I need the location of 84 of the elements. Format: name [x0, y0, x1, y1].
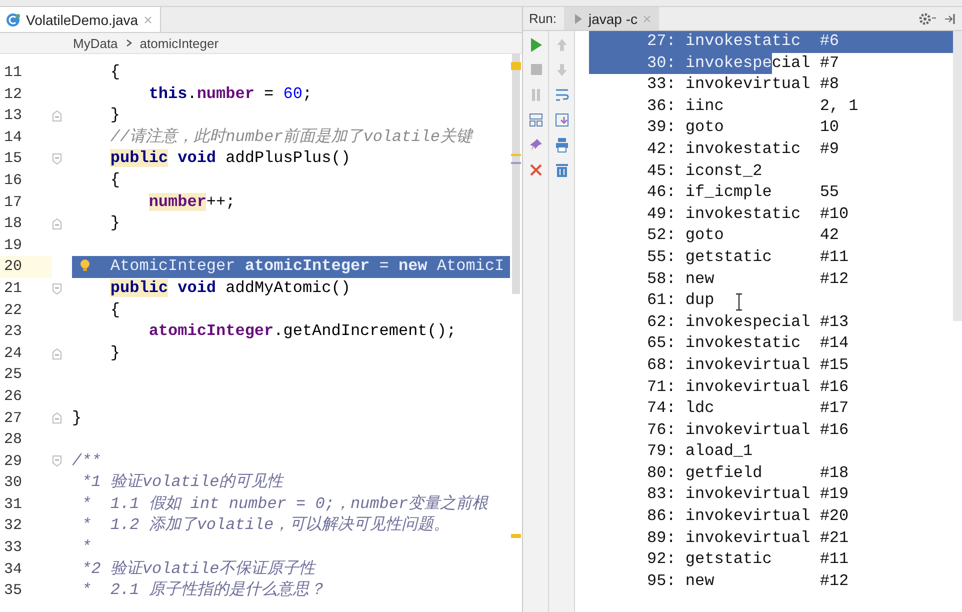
console-text: 65: invokestatic #14 — [646, 333, 849, 354]
code-line: * — [82, 538, 92, 556]
console-text: 39: goto 10 — [646, 117, 840, 138]
usage-marker[interactable] — [511, 534, 521, 538]
console-text: 49: invokestatic #10 — [646, 204, 849, 225]
fold-marker-icon — [52, 110, 62, 122]
console-text: 52: goto 42 — [646, 225, 840, 246]
down-arrow-icon[interactable] — [554, 62, 568, 78]
code-line: { — [110, 63, 120, 81]
settings-icon[interactable] — [918, 12, 936, 26]
code-line: *2 验证volatile不保证原子性 — [82, 560, 316, 578]
breadcrumb-item[interactable]: atomicInteger — [140, 36, 219, 50]
console-text: 55: getstatic #11 — [646, 246, 849, 268]
fold-marker-icon — [52, 455, 62, 468]
file-tab[interactable]: VolatileDemo.java — [0, 7, 162, 32]
chevron-icon — [126, 39, 132, 47]
code-line: } — [110, 214, 120, 232]
code-line: { — [110, 300, 120, 319]
print-icon[interactable] — [554, 137, 568, 153]
fold-marker-icon — [52, 282, 62, 295]
console-text: 83: invokevirtual #19 — [646, 484, 849, 506]
hide-panel-icon[interactable] — [944, 12, 956, 26]
code-line: { — [110, 170, 120, 189]
soft-wrap-icon[interactable] — [554, 87, 568, 103]
console-text: 62: invokespecial #13 — [646, 312, 849, 333]
console-text: 36: iinc 2, 1 — [646, 96, 858, 117]
code-line: public void addPlusPlus() — [110, 149, 350, 168]
run-label: Run: — [529, 11, 556, 26]
console-text: 61: dup — [646, 290, 714, 312]
code-line: *1 验证volatile的可见性 — [82, 473, 284, 492]
class-file-icon — [6, 12, 20, 26]
console-text: 68: invokevirtual #15 — [646, 354, 849, 376]
console-text: 76: invokevirtual #16 — [646, 420, 849, 441]
breadcrumb-item[interactable]: MyData — [73, 36, 118, 50]
console-text: 58: new #12 — [646, 268, 849, 290]
lightbulb-icon[interactable] — [80, 259, 90, 272]
play-icon — [574, 12, 584, 24]
console-text: 33: invokevirtual #8 — [646, 74, 840, 96]
code-line: } — [110, 106, 120, 124]
console-text: 42: invokestatic #9 — [646, 138, 840, 160]
close-icon[interactable] — [642, 14, 650, 22]
code-line: * 1.1 假如 int number = 0;，number变量之前根 — [82, 494, 488, 513]
close-icon[interactable] — [528, 162, 542, 178]
code-line: this.number = 60; — [148, 84, 312, 103]
code-line: AtomicInteger atomicInteger = new AtomicI — [110, 257, 504, 276]
close-icon[interactable] — [144, 16, 152, 24]
console-text: 79: aload_1 — [646, 441, 753, 462]
console-text: 95: new #12 — [646, 570, 849, 592]
code-line: } — [72, 408, 82, 426]
trash-icon[interactable] — [554, 162, 568, 178]
selected-text: 30: invokespe — [589, 52, 772, 74]
console-text: 86: invokevirtual #20 — [646, 506, 849, 528]
scrollbar-thumb[interactable] — [512, 54, 520, 294]
usage-marker[interactable] — [511, 162, 521, 164]
console-text: 74: ldc #17 — [646, 398, 849, 420]
scroll-to-end-icon[interactable] — [554, 112, 568, 128]
code-line: /** — [72, 452, 101, 470]
run-icon[interactable] — [528, 37, 542, 53]
fold-marker-icon — [52, 218, 62, 230]
code-line: //请注意，此时number前面是加了volatile关键 — [110, 128, 472, 146]
up-arrow-icon[interactable] — [554, 37, 568, 53]
text-cursor-icon — [735, 293, 743, 311]
line-number: 20 — [0, 256, 52, 278]
fold-marker-icon — [52, 348, 62, 360]
fold-marker-icon — [52, 412, 62, 424]
code-line: } — [110, 344, 120, 362]
console-text: 92: getstatic #11 — [646, 549, 849, 570]
console-text: cial #7 — [772, 52, 840, 74]
code-line: atomicInteger.getAndIncrement(); — [148, 322, 456, 340]
code-line: * 1.2 添加了volatile，可以解决可见性问题。 — [82, 516, 450, 534]
layout-icon[interactable] — [528, 112, 542, 128]
console-text: 80: getfield #18 — [646, 462, 849, 484]
scrollbar-thumb[interactable] — [953, 31, 962, 321]
fold-marker-icon — [52, 153, 62, 166]
code-line: * 2.1 原子性指的是什么意思？ — [82, 581, 325, 600]
console-text: 71: invokevirtual #16 — [646, 376, 849, 398]
code-line: public void addMyAtomic() — [110, 278, 350, 297]
console-text: 45: iconst_2 — [646, 160, 762, 182]
stop-icon[interactable] — [528, 62, 542, 78]
run-tab[interactable]: javap -c — [564, 7, 658, 30]
warning-marker[interactable] — [511, 62, 521, 70]
usage-marker[interactable] — [511, 154, 521, 156]
console-text: 89: invokevirtual #21 — [646, 528, 849, 549]
console-text: 46: if_icmple 55 — [646, 182, 840, 204]
